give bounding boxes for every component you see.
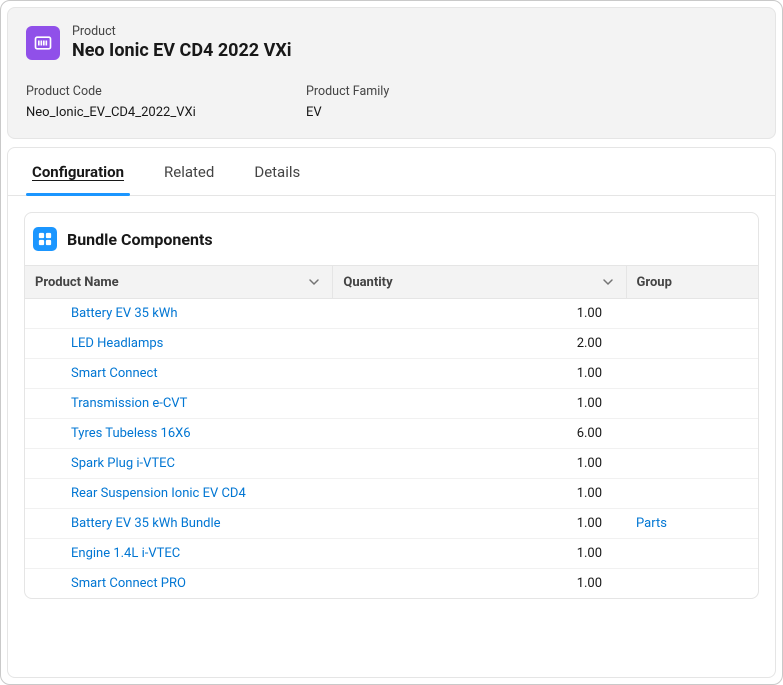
field-label: Product Family <box>306 84 526 99</box>
table-row: Rear Suspension Ionic EV CD4 1.00 <box>25 479 758 509</box>
table-row: Battery EV 35 kWh Bundle 1.00 Parts <box>25 509 758 539</box>
product-name-cell: Transmission e-CVT <box>25 389 333 419</box>
product-name-cell: Tyres Tubeless 16X6 <box>25 419 333 449</box>
product-link[interactable]: Rear Suspension Ionic EV CD4 <box>71 486 246 501</box>
quantity-cell: 2.00 <box>333 329 626 359</box>
product-link[interactable]: Tyres Tubeless 16X6 <box>71 426 191 441</box>
record-type-label: Product <box>72 24 292 39</box>
tab-label: Related <box>164 163 214 181</box>
field-value: EV <box>306 105 526 120</box>
table-row: Engine 1.4L i-VTEC 1.00 <box>25 539 758 569</box>
product-name-cell: Smart Connect <box>25 359 333 389</box>
header-fields: Product Code Neo_Ionic_EV_CD4_2022_VXi P… <box>26 84 757 120</box>
bundle-components-table: Product Name Quantity <box>25 265 758 598</box>
group-cell <box>626 389 758 419</box>
table-row: Battery EV 35 kWh 1.00 <box>25 299 758 329</box>
field-product-code: Product Code Neo_Ionic_EV_CD4_2022_VXi <box>26 84 246 120</box>
product-link[interactable]: Engine 1.4L i-VTEC <box>71 546 180 561</box>
group-cell <box>626 569 758 599</box>
quantity-cell: 1.00 <box>333 359 626 389</box>
chevron-down-icon <box>306 274 322 290</box>
column-header-product-name[interactable]: Product Name <box>25 266 333 299</box>
product-link[interactable]: Battery EV 35 kWh <box>71 306 177 321</box>
quantity-cell: 1.00 <box>333 509 626 539</box>
table-row: Smart Connect 1.00 <box>25 359 758 389</box>
table-row: Smart Connect PRO 1.00 <box>25 569 758 599</box>
tab-related[interactable]: Related <box>164 148 214 195</box>
group-cell <box>626 419 758 449</box>
group-cell <box>626 449 758 479</box>
quantity-cell: 1.00 <box>333 479 626 509</box>
quantity-cell: 1.00 <box>333 299 626 329</box>
product-name-cell: Smart Connect PRO <box>25 569 333 599</box>
quantity-cell: 1.00 <box>333 389 626 419</box>
group-cell <box>626 479 758 509</box>
field-value: Neo_Ionic_EV_CD4_2022_VXi <box>26 105 246 120</box>
table-row: LED Headlamps 2.00 <box>25 329 758 359</box>
product-name-cell: Spark Plug i-VTEC <box>25 449 333 479</box>
column-header-quantity[interactable]: Quantity <box>333 266 626 299</box>
record-page: Product Neo Ionic EV CD4 2022 VXi Produc… <box>0 0 783 685</box>
field-product-family: Product Family EV <box>306 84 526 120</box>
product-name-cell: LED Headlamps <box>25 329 333 359</box>
product-name-cell: Engine 1.4L i-VTEC <box>25 539 333 569</box>
tab-label: Configuration <box>32 163 124 181</box>
product-name-cell: Battery EV 35 kWh Bundle <box>25 509 333 539</box>
group-link[interactable]: Parts <box>636 516 667 531</box>
quantity-cell: 1.00 <box>333 449 626 479</box>
bundle-icon <box>33 227 57 251</box>
page-inner: Product Neo Ionic EV CD4 2022 VXi Produc… <box>7 7 776 678</box>
table-row: Transmission e-CVT 1.00 <box>25 389 758 419</box>
group-cell <box>626 299 758 329</box>
tab-configuration[interactable]: Configuration <box>32 148 124 195</box>
header-labels: Product Neo Ionic EV CD4 2022 VXi <box>72 24 292 62</box>
record-header: Product Neo Ionic EV CD4 2022 VXi Produc… <box>7 7 776 139</box>
quantity-cell: 1.00 <box>333 539 626 569</box>
product-link[interactable]: Spark Plug i-VTEC <box>71 456 175 471</box>
tab-label: Details <box>254 163 300 181</box>
header-top: Product Neo Ionic EV CD4 2022 VXi <box>26 24 757 62</box>
product-link[interactable]: Smart Connect PRO <box>71 576 186 591</box>
table-header-row: Product Name Quantity <box>25 266 758 299</box>
product-icon <box>26 26 60 60</box>
record-title: Neo Ionic EV CD4 2022 VXi <box>72 39 292 62</box>
group-cell <box>626 359 758 389</box>
field-label: Product Code <box>26 84 246 99</box>
tab-details[interactable]: Details <box>254 148 300 195</box>
chevron-down-icon <box>600 274 616 290</box>
product-name-cell: Battery EV 35 kWh <box>25 299 333 329</box>
product-link[interactable]: LED Headlamps <box>71 336 163 351</box>
quantity-cell: 6.00 <box>333 419 626 449</box>
column-header-group[interactable]: Group <box>626 266 758 299</box>
panel-title: Bundle Components <box>67 230 213 249</box>
group-cell: Parts <box>626 509 758 539</box>
panel-header: Bundle Components <box>25 213 758 265</box>
product-link[interactable]: Battery EV 35 kWh Bundle <box>71 516 221 531</box>
product-link[interactable]: Smart Connect <box>71 366 158 381</box>
column-label: Quantity <box>343 275 392 290</box>
bundle-components-panel: Bundle Components Product Name <box>24 212 759 599</box>
table-row: Spark Plug i-VTEC 1.00 <box>25 449 758 479</box>
product-name-cell: Rear Suspension Ionic EV CD4 <box>25 479 333 509</box>
column-label: Group <box>637 275 672 290</box>
quantity-cell: 1.00 <box>333 569 626 599</box>
tabs-bar: Configuration Related Details <box>8 148 775 196</box>
table-row: Tyres Tubeless 16X6 6.00 <box>25 419 758 449</box>
group-cell <box>626 329 758 359</box>
tabs-card: Configuration Related Details Bundle Com… <box>7 147 776 678</box>
group-cell <box>626 539 758 569</box>
product-link[interactable]: Transmission e-CVT <box>71 396 187 411</box>
column-label: Product Name <box>35 275 119 290</box>
